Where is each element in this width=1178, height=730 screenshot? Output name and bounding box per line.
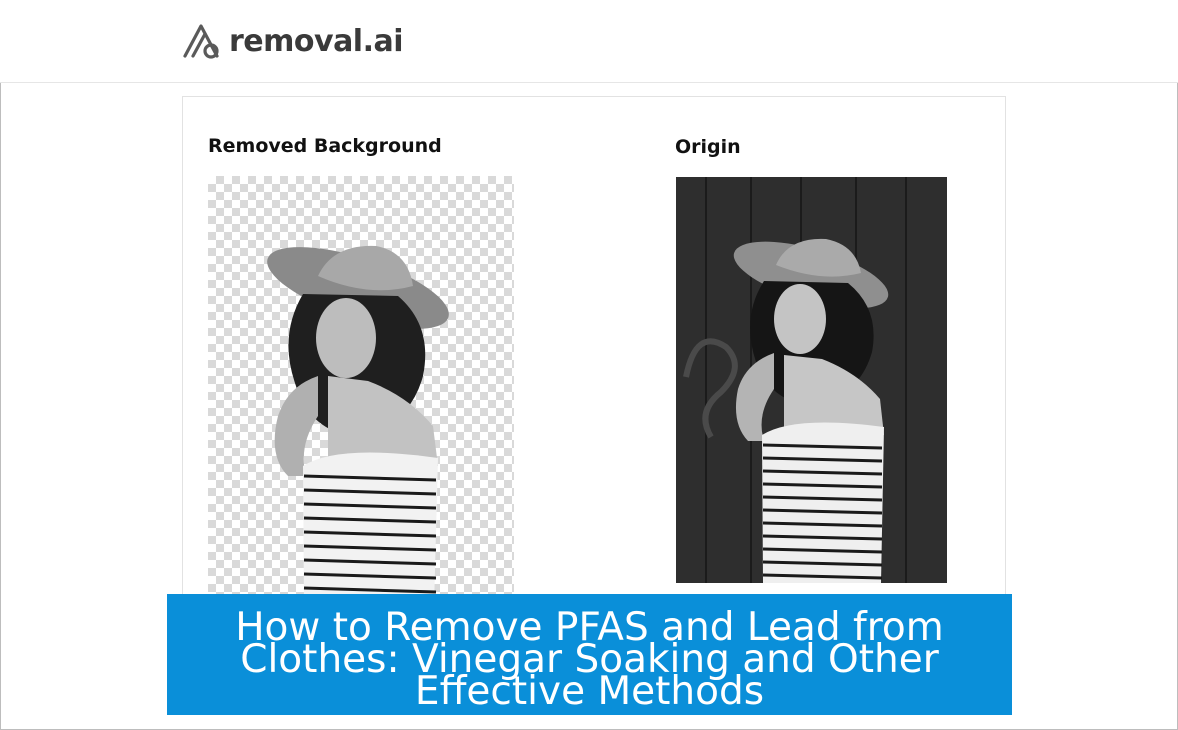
origin-image xyxy=(676,177,947,583)
article-title[interactable]: How to Remove PFAS and Lead from Clothes… xyxy=(207,608,972,711)
removal-ai-logo-icon xyxy=(183,24,219,59)
origin-label: Origin xyxy=(675,136,741,158)
removed-background-label: Removed Background xyxy=(208,135,442,157)
removed-background-image xyxy=(208,176,514,606)
logo-text: removal.ai xyxy=(229,23,404,59)
article-title-banner[interactable]: How to Remove PFAS and Lead from Clothes… xyxy=(167,594,1012,715)
logo[interactable]: removal.ai xyxy=(181,18,404,64)
site-header: removal.ai xyxy=(0,0,1178,83)
